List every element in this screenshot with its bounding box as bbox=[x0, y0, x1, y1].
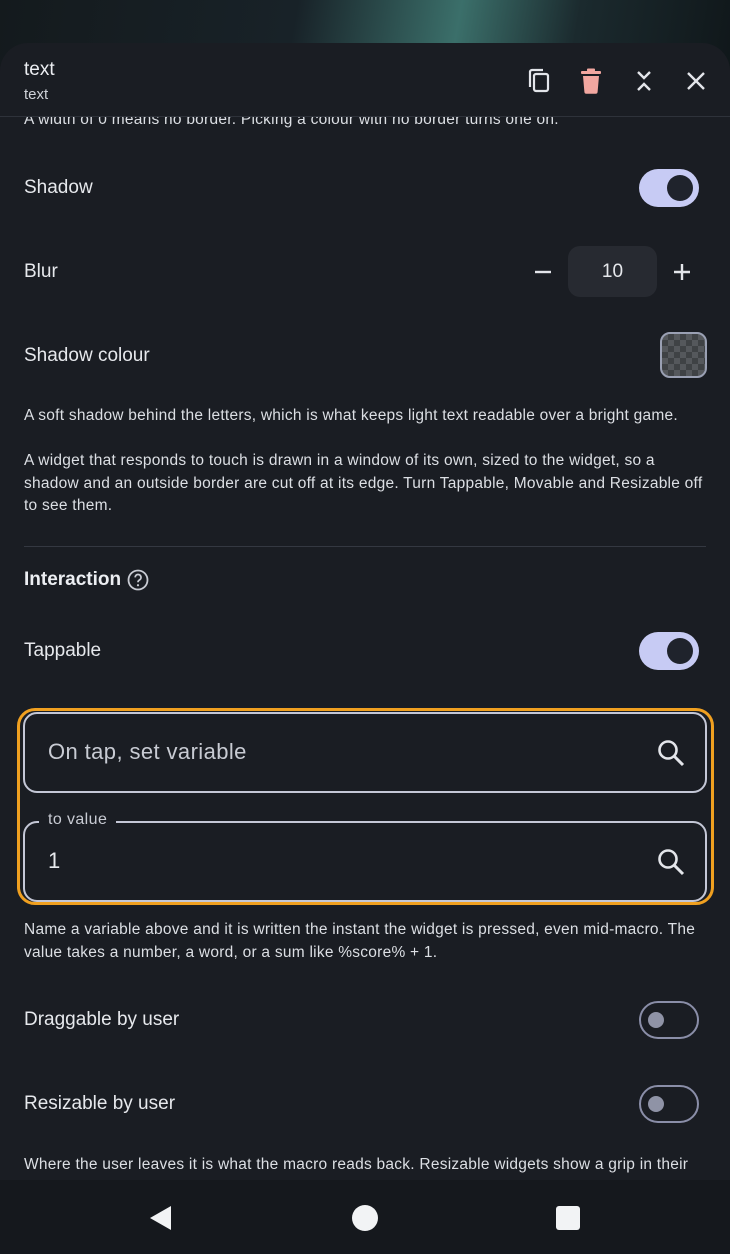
draggable-label: Draggable by user bbox=[24, 1009, 180, 1030]
close-icon bbox=[687, 72, 705, 90]
section-divider bbox=[24, 546, 706, 547]
shadow-colour-label: Shadow colour bbox=[24, 345, 150, 366]
toggle-knob bbox=[648, 1012, 664, 1028]
shadow-label: Shadow bbox=[24, 177, 93, 198]
tappable-toggle[interactable] bbox=[639, 632, 699, 670]
shadow-colour-swatch[interactable] bbox=[660, 332, 707, 378]
home-icon bbox=[352, 1205, 378, 1231]
nav-home-button[interactable] bbox=[347, 1200, 383, 1236]
blur-label: Blur bbox=[24, 261, 58, 282]
resizable-description: Where the user leaves it is what the mac… bbox=[24, 1156, 689, 1173]
on-tap-variable-field[interactable]: On tap, set variable bbox=[23, 712, 707, 793]
sheet-header: text text bbox=[0, 43, 730, 117]
on-tap-variable-placeholder: On tap, set variable bbox=[48, 739, 247, 764]
resizable-toggle[interactable] bbox=[639, 1085, 699, 1123]
blur-value[interactable]: 10 bbox=[568, 246, 657, 297]
duplicate-button[interactable] bbox=[519, 61, 559, 101]
plus-icon bbox=[674, 264, 690, 280]
nav-back-button[interactable] bbox=[142, 1200, 178, 1236]
delete-icon bbox=[581, 68, 601, 94]
recents-icon bbox=[556, 1206, 580, 1230]
shadow-description: A soft shadow behind the letters, which … bbox=[24, 407, 678, 424]
toggle-knob bbox=[667, 175, 693, 201]
copy-icon bbox=[528, 68, 550, 93]
widget-editor-sheet: text text A width of 0 means no border. … bbox=[0, 43, 730, 1180]
system-nav-bar bbox=[0, 1180, 730, 1254]
widget-title: text bbox=[24, 59, 55, 80]
help-icon[interactable] bbox=[126, 568, 150, 592]
blur-increment-button[interactable] bbox=[662, 252, 702, 292]
to-value-field[interactable]: to value 1 bbox=[23, 811, 707, 902]
toggle-knob bbox=[667, 638, 693, 664]
collapse-button[interactable] bbox=[624, 61, 664, 101]
draggable-toggle[interactable] bbox=[639, 1001, 699, 1039]
shadow-window-note: A widget that responds to touch is drawn… bbox=[24, 452, 703, 514]
shadow-toggle[interactable] bbox=[639, 169, 699, 207]
resizable-label: Resizable by user bbox=[24, 1093, 176, 1114]
search-icon[interactable] bbox=[655, 737, 687, 769]
minus-icon bbox=[535, 270, 551, 274]
widget-subtitle: text bbox=[24, 86, 49, 103]
blur-decrement-button[interactable] bbox=[523, 252, 563, 292]
tappable-label: Tappable bbox=[24, 640, 102, 661]
delete-button[interactable] bbox=[571, 61, 611, 101]
nav-recents-button[interactable] bbox=[550, 1200, 586, 1236]
close-button[interactable] bbox=[676, 61, 716, 101]
interaction-section-title: Interaction bbox=[24, 569, 122, 590]
variable-description: Name a variable above and it is written … bbox=[24, 921, 696, 961]
to-value-legend: to value bbox=[39, 811, 117, 829]
search-icon[interactable] bbox=[655, 846, 687, 878]
toggle-knob bbox=[648, 1096, 664, 1112]
collapse-icon bbox=[637, 71, 651, 91]
back-icon bbox=[150, 1206, 171, 1230]
to-value-input[interactable]: 1 bbox=[48, 848, 60, 874]
